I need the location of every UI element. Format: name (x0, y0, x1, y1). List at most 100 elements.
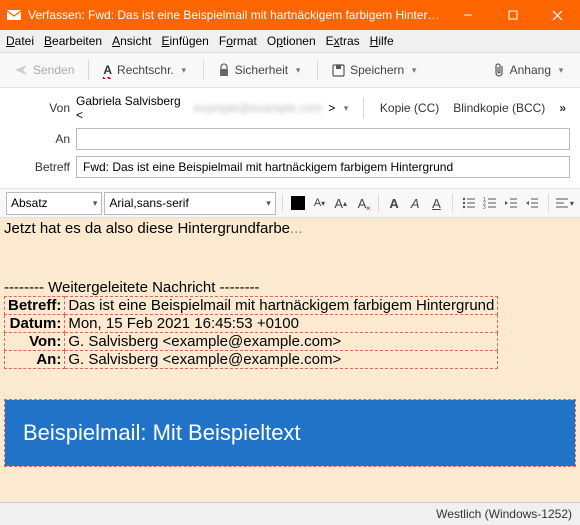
subject-row: Betreff (10, 156, 570, 178)
message-body[interactable]: Jetzt hat es da also diese Hintergrundfa… (0, 218, 580, 502)
chevron-down-icon: ▾ (266, 198, 271, 209)
fwd-date-val: Mon, 15 Feb 2021 16:45:53 +0100 (65, 315, 498, 333)
body-text[interactable]: Jetzt hat es da also diese Hintergrundfa… (0, 218, 580, 239)
svg-text:3: 3 (483, 205, 486, 210)
color-swatch-icon (291, 196, 305, 210)
attach-button[interactable]: Anhang ▾ (485, 57, 574, 83)
maximize-button[interactable] (490, 0, 535, 30)
separator (548, 194, 549, 212)
send-button[interactable]: Senden (6, 57, 82, 83)
bold-button[interactable]: A (384, 193, 403, 213)
remove-format-button[interactable]: A× (352, 193, 371, 213)
from-close: > (328, 101, 335, 115)
text-color-button[interactable] (289, 193, 308, 213)
save-label: Speichern (350, 63, 404, 77)
forward-divider: -------- Weitergeleitete Nachricht -----… (0, 279, 580, 296)
from-row: Von Gabriela Salvisberg < example@example… (10, 94, 570, 122)
separator (203, 60, 204, 80)
security-label: Sicherheit (235, 63, 288, 77)
titlebar[interactable]: Verfassen: Fwd: Das ist eine Beispielmai… (0, 0, 580, 30)
bcc-button[interactable]: Blindkopie (BCC) (449, 101, 549, 115)
fwd-from-key: Von: (5, 333, 65, 351)
paragraph-select[interactable]: Absatz ▾ (6, 192, 102, 215)
chevron-down-icon[interactable]: ▾ (556, 65, 566, 76)
lock-icon (218, 63, 230, 77)
save-button[interactable]: Speichern ▾ (324, 57, 427, 83)
menu-extras[interactable]: Extras (326, 34, 360, 48)
send-icon (14, 63, 28, 77)
security-button[interactable]: Sicherheit ▾ (210, 57, 311, 83)
font-size-inc-button[interactable]: A▴ (331, 193, 350, 213)
fwd-subject-val: Das ist eine Beispielmail mit hartnäckig… (65, 297, 498, 315)
forward-banner: Beispielmail: Mit Beispieltext (4, 399, 576, 467)
window-title: Verfassen: Fwd: Das ist eine Beispielmai… (28, 8, 445, 22)
header-fields: Von Gabriela Salvisberg < example@example… (0, 88, 580, 189)
indent-button[interactable] (523, 193, 542, 213)
menu-einfuegen[interactable]: Einfügen (161, 34, 208, 48)
cc-button[interactable]: Kopie (CC) (376, 101, 443, 115)
chevron-down-icon: ▾ (570, 199, 574, 208)
menu-format[interactable]: Format (219, 34, 257, 48)
table-row: Von:G. Salvisberg <example@example.com> (5, 333, 498, 351)
italic-button[interactable]: A (406, 193, 425, 213)
separator (452, 194, 453, 212)
number-list-button[interactable]: 123 (480, 193, 499, 213)
underline-button[interactable]: A (427, 193, 446, 213)
to-row: An (10, 128, 570, 150)
outdent-button[interactable] (501, 193, 520, 213)
subject-label: Betreff (10, 160, 70, 174)
fwd-subject-key: Betreff: (5, 297, 65, 315)
paragraph-value: Absatz (11, 196, 48, 210)
minimize-button[interactable] (445, 0, 490, 30)
menu-hilfe[interactable]: Hilfe (370, 34, 394, 48)
banner-text: Beispielmail: Mit Beispieltext (5, 400, 575, 466)
chevron-down-icon[interactable]: ▾ (179, 65, 189, 76)
app-icon (6, 7, 22, 23)
menubar: Datei Bearbeiten Ansicht Einfügen Format… (0, 30, 580, 53)
menu-datei[interactable]: Datei (6, 34, 34, 48)
separator (282, 194, 283, 212)
font-size-dec-button[interactable]: A▾ (310, 193, 329, 213)
subject-input[interactable] (76, 156, 570, 178)
to-label: An (10, 132, 70, 146)
table-row: An:G. Salvisberg <example@example.com> (5, 351, 498, 369)
paperclip-icon (493, 62, 505, 78)
from-chevron-icon[interactable]: ▾ (341, 103, 351, 114)
save-icon (332, 64, 345, 77)
send-label: Senden (33, 63, 74, 77)
close-button[interactable] (535, 0, 580, 30)
fwd-to-val: G. Salvisberg <example@example.com> (65, 351, 498, 369)
from-address-masked: example@example.com (193, 101, 322, 115)
table-row: Datum:Mon, 15 Feb 2021 16:45:53 +0100 (5, 315, 498, 333)
font-value: Arial,sans-serif (109, 196, 188, 210)
encoding-indicator[interactable]: Westlich (Windows-1252) (436, 507, 572, 521)
fwd-from-val: G. Salvisberg <example@example.com> (65, 333, 498, 351)
attach-label: Anhang (510, 63, 551, 77)
separator (363, 98, 364, 118)
chevron-down-icon[interactable]: ▾ (409, 65, 419, 76)
forward-header-table: Betreff:Das ist eine Beispielmail mit ha… (4, 296, 498, 369)
from-value[interactable]: Gabriela Salvisberg < example@example.com… (76, 94, 351, 122)
chevron-down-icon: ▾ (93, 198, 98, 209)
spellcheck-button[interactable]: A Rechtschr. ▾ (95, 57, 196, 83)
chevron-down-icon[interactable]: ▾ (293, 65, 303, 76)
status-bar: Westlich (Windows-1252) (0, 502, 580, 525)
table-row: Betreff:Das ist eine Beispielmail mit ha… (5, 297, 498, 315)
toolbar: Senden A Rechtschr. ▾ Sicherheit ▾ Speic… (0, 53, 580, 88)
menu-bearbeiten[interactable]: Bearbeiten (44, 34, 102, 48)
menu-optionen[interactable]: Optionen (267, 34, 316, 48)
separator (317, 60, 318, 80)
from-name: Gabriela Salvisberg < (76, 94, 187, 122)
font-select[interactable]: Arial,sans-serif ▾ (104, 192, 275, 215)
from-label: Von (10, 101, 70, 115)
spellcheck-icon: A (103, 63, 112, 77)
more-recipients-button[interactable]: » (555, 101, 570, 115)
menu-ansicht[interactable]: Ansicht (112, 34, 151, 48)
spellcheck-label: Rechtschr. (117, 63, 174, 77)
compose-window: Verfassen: Fwd: Das ist eine Beispielmai… (0, 0, 580, 525)
fwd-to-key: An: (5, 351, 65, 369)
typed-text: Jetzt hat es da also diese Hintergrundfa… (4, 220, 290, 237)
to-input[interactable] (76, 128, 570, 150)
bullet-list-button[interactable] (459, 193, 478, 213)
align-button[interactable]: ▾ (555, 193, 574, 213)
